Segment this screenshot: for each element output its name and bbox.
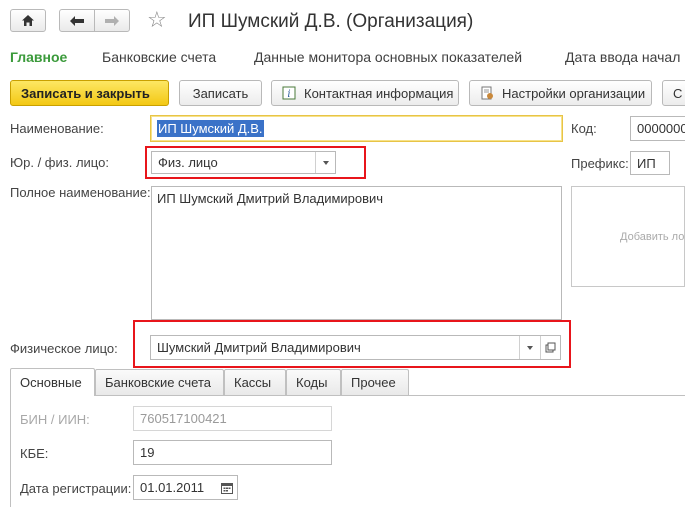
bin-value: 760517100421 [140,411,227,426]
home-icon [21,14,35,27]
calendar-icon[interactable] [217,476,237,499]
prefix-value: ИП [637,155,656,171]
tab-bank-accounts[interactable]: Банковские счета [95,369,224,395]
tab-cash[interactable]: Кассы [224,369,286,395]
bin-input: 760517100421 [133,406,332,431]
kbe-value: 19 [140,445,155,460]
save-button[interactable]: Записать [179,80,262,106]
info-icon: i [282,86,296,100]
back-button[interactable] [59,9,95,32]
prefix-input[interactable]: ИП [630,151,670,175]
prefix-label: Префикс: [571,156,629,171]
kbe-input[interactable]: 19 [133,440,332,465]
section-monitor-data[interactable]: Данные монитора основных показателей [254,48,522,66]
org-settings-label: Настройки организации [502,85,646,101]
save-and-close-button[interactable]: Записать и закрыть [10,80,169,106]
code-label: Код: [571,121,597,136]
legal-type-label: Юр. / физ. лицо: [10,155,109,170]
tab-main[interactable]: Основные [10,368,95,396]
section-bank-accounts[interactable]: Банковские счета [102,48,216,66]
svg-text:i: i [287,89,290,100]
reg-date-input[interactable]: 01.01.2011 [133,475,238,500]
section-start-date[interactable]: Дата ввода начал [565,48,680,66]
tab-codes[interactable]: Коды [286,369,341,395]
logo-placeholder: Добавить лого [620,230,685,243]
fullname-label: Полное наименование: [10,185,151,200]
forward-button[interactable] [94,9,130,32]
org-settings-button[interactable]: Настройки организации [469,80,652,106]
page-title: ИП Шумский Д.В. (Организация) [188,11,474,32]
section-main[interactable]: Главное [10,48,67,66]
more-label: С [673,85,683,101]
reg-date-value: 01.01.2011 [140,480,205,495]
arrow-right-icon [104,15,120,27]
highlight-legal-type [145,146,366,179]
save-label: Записать [192,85,249,101]
document-settings-icon [480,86,494,100]
name-value: ИП Шумский Д.В. [157,120,264,137]
name-label: Наименование: [10,121,104,136]
more-button[interactable]: С [662,80,685,106]
highlight-person [133,320,571,368]
code-value: 0000000 [637,121,685,136]
star-icon[interactable]: ☆ [147,7,167,33]
bin-label: БИН / ИИН: [20,412,90,427]
fullname-textarea[interactable]: ИП Шумский Дмитрий Владимирович [151,186,562,320]
save-and-close-label: Записать и закрыть [21,85,150,101]
reg-date-label: Дата регистрации: [20,481,132,496]
home-button[interactable] [10,9,46,32]
kbe-label: КБЕ: [20,446,49,461]
contact-info-button[interactable]: i Контактная информация [271,80,459,106]
person-label: Физическое лицо: [10,341,118,356]
code-input[interactable]: 0000000 [630,116,685,141]
fullname-value: ИП Шумский Дмитрий Владимирович [157,191,384,206]
name-input[interactable]: ИП Шумский Д.В. [150,115,563,142]
contact-info-label: Контактная информация [304,85,454,101]
logo-box[interactable]: Добавить лого [571,186,685,287]
arrow-left-icon [69,15,85,27]
tab-other[interactable]: Прочее [341,369,409,395]
